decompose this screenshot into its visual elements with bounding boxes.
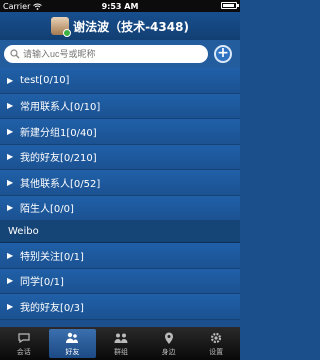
page-title: 谢法波（技术-4348)	[73, 19, 189, 34]
contact-group[interactable]: ▶ 其他联系人[0/52]	[0, 170, 240, 196]
battery-fill	[223, 4, 234, 7]
tab-label: 群组	[113, 347, 128, 356]
contact-group[interactable]: ▶ 我的好友[0/210]	[0, 144, 240, 170]
contact-group-label: 其他联系人[0/52]	[20, 178, 101, 190]
search-input[interactable]	[22, 49, 202, 59]
contact-group[interactable]: ▶ 同学[0/1]	[0, 268, 240, 294]
expand-arrow-icon: ▶	[7, 203, 14, 213]
contact-group[interactable]: ▶ 陌生人[0/0]	[0, 195, 240, 221]
search-icon	[10, 49, 20, 59]
contact-list[interactable]: ▶ test[0/10] ▶ 常用联系人[0/10] ▶ 新建分组1[0/40] ▶ 我的好友…	[0, 68, 240, 327]
friends-icon	[66, 332, 79, 343]
search-box[interactable]	[4, 45, 208, 63]
expand-arrow-icon: ▶	[7, 152, 14, 162]
chat-icon	[18, 332, 30, 343]
section-header-weibo: Weibo	[0, 221, 240, 243]
tab-bar: 会话 好友 群组 身边 设置	[0, 327, 240, 360]
tab-location[interactable]: 身边	[145, 327, 193, 360]
contact-group-label: 我的好友[0/3]	[20, 302, 84, 314]
avatar[interactable]	[51, 17, 72, 37]
expand-arrow-icon: ▶	[7, 250, 14, 260]
tab-friends[interactable]: 好友	[48, 329, 97, 358]
tab-label: 会话	[16, 347, 31, 356]
contact-group-label: 陌生人[0/0]	[20, 204, 74, 216]
add-contact-button[interactable]: +	[214, 45, 232, 63]
contact-group-label: 同学[0/1]	[20, 277, 64, 289]
tab-label: 好友	[65, 347, 80, 356]
contact-group-label: 我的好友[0/210]	[20, 153, 97, 165]
contact-group-label: test[0/10]	[20, 74, 70, 86]
online-status-icon	[63, 29, 72, 37]
expand-arrow-icon: ▶	[7, 301, 14, 311]
contact-group[interactable]: ▶ 我的好友[0/3]	[0, 294, 240, 320]
group-icon	[114, 333, 128, 343]
contact-group[interactable]: ▶ 常用联系人[0/10]	[0, 93, 240, 119]
nav-bar: 谢法波（技术-4348)	[0, 12, 240, 40]
contact-group-label: 特别关注[0/1]	[20, 251, 84, 263]
tab-label: 设置	[209, 347, 224, 356]
status-bar: Carrier 9:53 AM	[0, 0, 240, 12]
tab-gear[interactable]: 设置	[192, 327, 240, 360]
contact-group[interactable]: ▶ test[0/10]	[0, 68, 240, 94]
contact-group[interactable]: ▶ 特别关注[0/1]	[0, 243, 240, 269]
status-time: 9:53 AM	[101, 1, 139, 11]
battery-icon	[221, 2, 239, 9]
contact-group[interactable]: ▶ 新建分组1[0/40]	[0, 119, 240, 145]
gear-icon	[211, 332, 222, 343]
tab-group[interactable]: 群组	[97, 327, 145, 360]
expand-arrow-icon: ▶	[7, 101, 14, 111]
expand-arrow-icon: ▶	[7, 276, 14, 286]
expand-arrow-icon: ▶	[7, 177, 14, 187]
location-icon	[164, 332, 173, 344]
tab-chat[interactable]: 会话	[0, 327, 48, 360]
contact-group-label: 常用联系人[0/10]	[20, 102, 101, 114]
expand-arrow-icon: ▶	[7, 126, 14, 136]
tab-label: 身边	[161, 347, 176, 356]
contact-group-label: 新建分组1[0/40]	[20, 127, 97, 139]
expand-arrow-icon: ▶	[7, 75, 14, 85]
search-row: +	[0, 40, 240, 68]
